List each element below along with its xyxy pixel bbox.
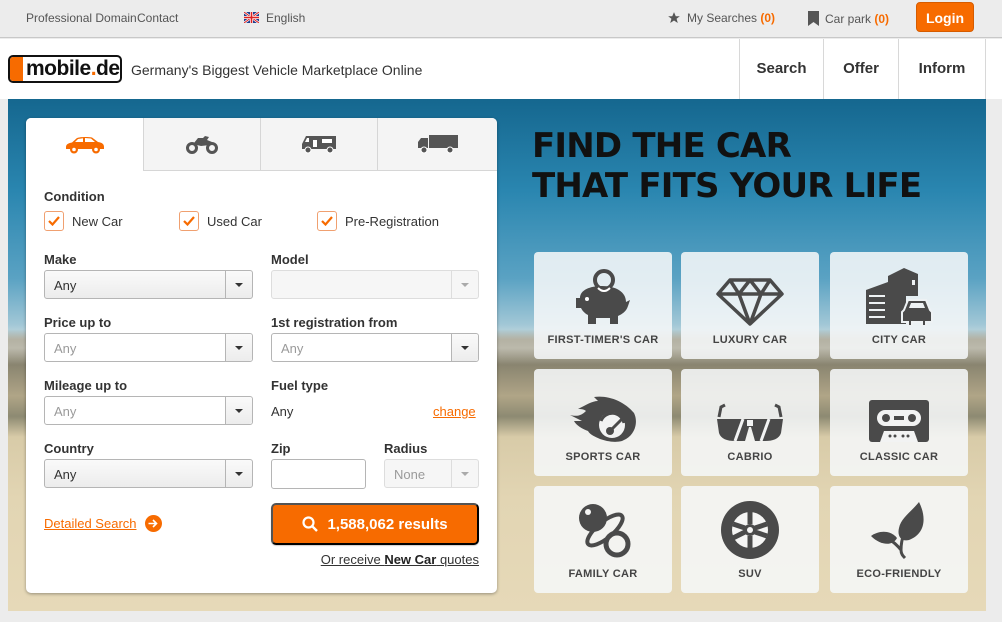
my-searches-link[interactable]: My Searches (0) [667,11,775,25]
first-registration-select[interactable]: Any [271,333,479,362]
motorhome-icon [302,136,336,154]
zip-label: Zip [271,441,291,456]
make-label: Make [44,252,77,267]
condition-label: Condition [44,189,105,204]
category-first-timers-car[interactable]: FIRST-TIMER'S CAR [534,252,672,359]
login-button[interactable]: Login [916,2,974,32]
truck-icon [417,135,458,154]
mileage-label: Mileage up to [44,378,128,393]
car-park-label: Car park [825,12,872,26]
hero-section: Condition New Car Used Car Pre-Registrat… [8,99,986,611]
cassette-icon [868,377,930,447]
search-panel: Condition New Car Used Car Pre-Registrat… [26,118,497,593]
leaf-icon [869,494,929,564]
category-classic-car[interactable]: CLASSIC CAR [830,369,968,476]
professional-domain-link[interactable]: Professional Domain [26,11,137,25]
make-select[interactable]: Any [44,270,253,299]
mobile-de-logo[interactable]: mobile.de [8,55,122,83]
main-header: mobile.de Germany's Biggest Vehicle Mark… [0,39,1002,99]
fuel-type-label: Fuel type [271,378,329,393]
new-car-quotes-link[interactable]: Or receive New Car quotes [321,552,479,567]
my-searches-count: (0) [760,11,776,25]
contact-link[interactable]: Contact [137,11,178,25]
language-label: English [266,11,306,25]
page-margin-right [986,99,1002,622]
car-park-count: (0) [874,12,890,26]
checkbox-new-car[interactable]: New Car [44,211,123,231]
diamond-icon [715,260,785,330]
logo-text: mobile.de [26,57,120,80]
nav-inform[interactable]: Inform [898,39,986,99]
radius-select[interactable]: None [384,459,479,488]
vehicle-type-tabs [26,118,497,171]
top-utility-bar: Professional Domain Contact English My S… [0,0,1002,38]
model-select[interactable] [271,270,479,299]
chevron-down-icon [225,460,252,487]
category-cabrio[interactable]: CABRIO [681,369,819,476]
search-icon [302,516,319,532]
chevron-down-icon [225,271,252,298]
radius-label: Radius [384,441,428,456]
model-label: Model [271,252,309,267]
car-park-link[interactable]: Car park (0) [808,11,889,26]
chevron-down-icon [225,397,252,424]
chevron-down-icon [451,271,478,298]
category-luxury-car[interactable]: LUXURY CAR [681,252,819,359]
checkbox-pre-registration[interactable]: Pre-Registration [317,211,439,231]
tab-motorhome[interactable] [260,118,377,171]
first-registration-label: 1st registration from [271,315,398,330]
language-selector[interactable]: English [244,11,305,25]
city-icon [864,260,934,330]
checkmark-icon [44,211,64,231]
checkmark-icon [179,211,199,231]
show-results-button[interactable]: 1,588,062 results [271,503,479,545]
bookmark-icon [808,11,819,26]
category-eco-friendly[interactable]: ECO-FRIENDLY [830,486,968,593]
price-label: Price up to [44,315,112,330]
fuel-type-change-link[interactable]: change [433,404,476,419]
car-icon [65,136,104,153]
page-margin-bottom [0,611,1002,622]
speedometer-icon [568,377,638,447]
price-select[interactable]: Any [44,333,253,362]
zip-input[interactable] [271,459,366,489]
category-sports-car[interactable]: SPORTS CAR [534,369,672,476]
detailed-search-link[interactable]: Detailed Search [44,515,162,532]
mileage-select[interactable]: Any [44,396,253,425]
star-icon [668,12,680,23]
checkmark-icon [317,211,337,231]
category-suv[interactable]: SUV [681,486,819,593]
uk-flag-icon [244,12,259,23]
pacifier-icon [573,494,633,564]
tire-icon [720,494,780,564]
tab-motorbike[interactable] [143,118,260,171]
fuel-type-value: Any [271,404,294,419]
arrow-right-icon [144,515,162,532]
tagline: Germany's Biggest Vehicle Marketplace On… [131,62,423,78]
logo-orange-bar [10,57,23,81]
checkbox-used-car[interactable]: Used Car [179,211,262,231]
country-select[interactable]: Any [44,459,253,488]
chevron-down-icon [451,334,478,361]
sunglasses-icon [715,377,785,447]
chevron-down-icon [451,460,478,487]
country-label: Country [44,441,94,456]
motorbike-icon [186,136,218,154]
category-family-car[interactable]: FAMILY CAR [534,486,672,593]
tab-car[interactable] [26,118,143,171]
piggy-bank-icon [572,260,634,330]
nav-offer[interactable]: Offer [823,39,898,99]
nav-search[interactable]: Search [739,39,823,99]
hero-headline: FIND THE CAR THAT FITS YOUR LIFE [532,126,922,206]
chevron-down-icon [225,334,252,361]
tab-truck[interactable] [377,118,497,171]
category-city-car[interactable]: CITY CAR [830,252,968,359]
my-searches-label: My Searches [687,11,758,25]
